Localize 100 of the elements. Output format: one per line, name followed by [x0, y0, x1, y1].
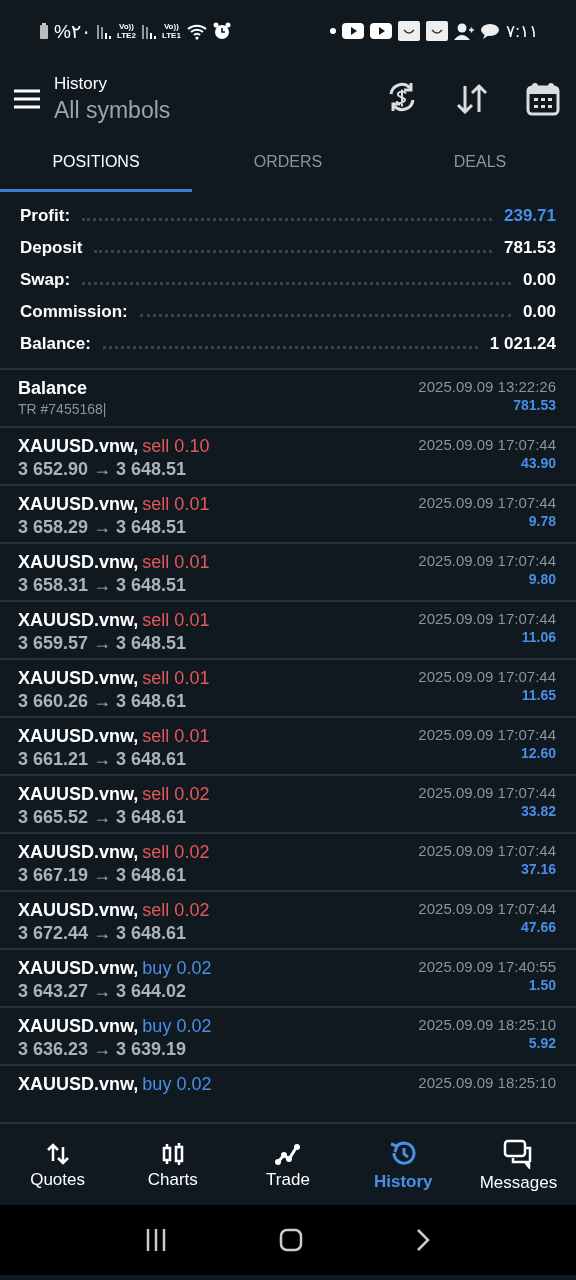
nav-tab[interactable]: History [345, 1140, 461, 1192]
deal-row[interactable]: XAUUSD.vnw, sell 0.02 3 667.19 → 3 648.61 2025.09.09 17:07:44 37.16 [0, 834, 576, 892]
deal-amount: 12.60 [520, 745, 556, 761]
summary-label: Profit: [20, 206, 71, 226]
volte-label: Vo)) [163, 22, 179, 31]
deal-row[interactable]: XAUUSD.vnw, sell 0.01 3 658.31 → 3 648.51 2025.09.09 17:07:44 9.80 [0, 544, 576, 602]
deal-row[interactable]: XAUUSD.vnw, sell 0.01 3 659.57 → 3 648.51 2025.09.09 17:07:44 11.06 [0, 602, 576, 660]
deal-prices: 3 661.21 → 3 648.61 [18, 749, 188, 770]
nav-tab[interactable]: Charts [115, 1142, 231, 1190]
symbol-filter[interactable]: All symbols [54, 96, 372, 124]
tab[interactable]: ORDERS [192, 135, 384, 192]
deal-prices: 3 658.31 → 3 648.51 [18, 575, 188, 596]
deal-symbol: XAUUSD.vnw, [18, 436, 139, 457]
deal-symbol: XAUUSD.vnw, [18, 842, 139, 863]
deal-prices: 3 643.27 → 3 644.02 [18, 981, 188, 1002]
history-icon [389, 1140, 418, 1168]
deal-symbol: XAUUSD.vnw, [18, 900, 139, 921]
deal-amount: 1.50 [528, 977, 556, 993]
deal-amount: 33.82 [520, 803, 556, 819]
deal-symbol: XAUUSD.vnw, [18, 552, 139, 573]
deal-amount: 11.06 [521, 629, 556, 645]
screen-title: History [54, 73, 108, 94]
deal-symbol: XAUUSD.vnw, [18, 610, 139, 631]
deal-order: buy 0.02 [142, 1074, 212, 1095]
chat-bubbles-icon [503, 1139, 534, 1169]
deal-row[interactable]: XAUUSD.vnw, buy 0.02 3 636.23 → 3 639.19 2025.09.09 18:25:10 5.92 [0, 1008, 576, 1066]
tab[interactable]: DEALS [384, 135, 576, 192]
deal-order: sell 0.10 [142, 436, 210, 457]
nav-tab[interactable]: Trade [230, 1142, 346, 1190]
signal-icon [96, 23, 111, 39]
menu-icon[interactable] [14, 88, 40, 109]
deal-time: 2025.09.09 17:07:44 [418, 900, 556, 917]
sort-icon[interactable] [456, 81, 488, 114]
deal-time: 2025.09.09 13:22:26 [418, 378, 556, 395]
network-label: LTE2 [116, 31, 136, 40]
deal-order: sell 0.02 [142, 900, 210, 921]
deal-time: 2025.09.09 17:07:44 [418, 784, 556, 801]
deal-time: 2025.09.09 17:07:44 [418, 610, 556, 627]
deal-order: sell 0.01 [142, 610, 210, 631]
deal-row[interactable]: XAUUSD.vnw, buy 0.02 3 643.27 → 3 644.02 2025.09.09 17:40:55 1.50 [0, 950, 576, 1008]
deal-order: sell 0.01 [142, 668, 210, 689]
wifi-icon [186, 22, 207, 40]
deal-prices: 3 665.52 → 3 648.61 [18, 807, 188, 828]
deal-order: sell 0.01 [142, 726, 210, 747]
chat-icon [480, 22, 501, 40]
summary-label: Swap: [20, 270, 71, 290]
candlestick-icon [160, 1142, 185, 1166]
smile-icon [398, 21, 421, 41]
deal-row[interactable]: XAUUSD.vnw, sell 0.01 3 660.26 → 3 648.61 2025.09.09 17:07:44 11.65 [0, 660, 576, 718]
recent-apps-icon[interactable] [146, 1229, 167, 1251]
network-label: LTE1 [161, 31, 181, 40]
deal-row[interactable]: XAUUSD.vnw, sell 0.01 3 661.21 → 3 648.61 2025.09.09 17:07:44 12.60 [0, 718, 576, 776]
nav-tab[interactable]: Messages [460, 1139, 576, 1193]
deal-order: buy 0.02 [142, 1016, 212, 1037]
calendar-icon[interactable] [526, 81, 560, 116]
deal-row[interactable]: XAUUSD.vnw, buy 0.02 2025.09.09 18:25:10 [0, 1066, 576, 1124]
person-add-icon [454, 22, 475, 40]
deal-order: sell 0.02 [142, 842, 210, 863]
deal-symbol: XAUUSD.vnw, [18, 784, 139, 805]
deal-amount: 5.92 [528, 1035, 556, 1051]
battery-icon [40, 23, 48, 39]
home-icon[interactable] [279, 1228, 303, 1252]
deal-time: 2025.09.09 17:07:44 [418, 436, 556, 453]
deal-symbol: XAUUSD.vnw, [18, 1074, 139, 1095]
deal-time: 2025.09.09 17:07:44 [418, 494, 556, 511]
deal-amount: 9.80 [528, 571, 556, 587]
deal-amount: 47.66 [520, 919, 556, 935]
dot-icon [330, 28, 337, 34]
deal-prices: 3 667.19 → 3 648.61 [18, 865, 188, 886]
smile-icon [426, 21, 449, 41]
deal-prices: 3 658.29 → 3 648.51 [18, 517, 188, 538]
deal-order: sell 0.01 [142, 494, 210, 515]
deal-prices: 3 660.26 → 3 648.61 [18, 691, 188, 712]
operation-title: Balance [18, 378, 89, 399]
deal-time: 2025.09.09 18:25:10 [418, 1074, 556, 1091]
deal-time: 2025.09.09 17:07:44 [418, 842, 556, 859]
deal-row[interactable]: XAUUSD.vnw, sell 0.02 3 672.44 → 3 648.61 2025.09.09 17:07:44 47.66 [0, 892, 576, 950]
deal-order: buy 0.02 [142, 958, 212, 979]
nav-tab[interactable]: Quotes [0, 1142, 116, 1190]
deal-prices: 3 652.90 → 3 648.51 [18, 459, 188, 480]
deal-row[interactable]: XAUUSD.vnw, sell 0.10 3 652.90 → 3 648.51 2025.09.09 17:07:44 43.90 [0, 428, 576, 486]
deal-order: sell 0.02 [142, 784, 210, 805]
tab[interactable]: POSITIONS [0, 135, 192, 192]
summary-value: 0.00 [522, 302, 556, 322]
deal-comment: TR #7455168| [18, 401, 107, 417]
summary-value: 0.00 [522, 270, 556, 290]
battery-percent: %۲۰ [54, 19, 91, 43]
sort-arrows-icon [45, 1142, 70, 1166]
deal-prices: 3 636.23 → 3 639.19 [18, 1039, 188, 1060]
deal-row[interactable]: XAUUSD.vnw, sell 0.02 3 665.52 → 3 648.61 2025.09.09 17:07:44 33.82 [0, 776, 576, 834]
deal-amount: 37.16 [520, 861, 556, 877]
deal-time: 2025.09.09 17:07:44 [418, 726, 556, 743]
summary-label: Deposit [20, 238, 83, 258]
deal-row[interactable]: XAUUSD.vnw, sell 0.01 3 658.29 → 3 648.51 2025.09.09 17:07:44 9.78 [0, 486, 576, 544]
play-icon [342, 23, 365, 39]
summary-value: 781.53 [504, 238, 556, 258]
back-icon[interactable] [415, 1228, 430, 1252]
summary-label: Commission: [20, 302, 128, 322]
summary-label: Balance: [20, 334, 91, 354]
deal-time: 2025.09.09 17:07:44 [418, 552, 556, 569]
